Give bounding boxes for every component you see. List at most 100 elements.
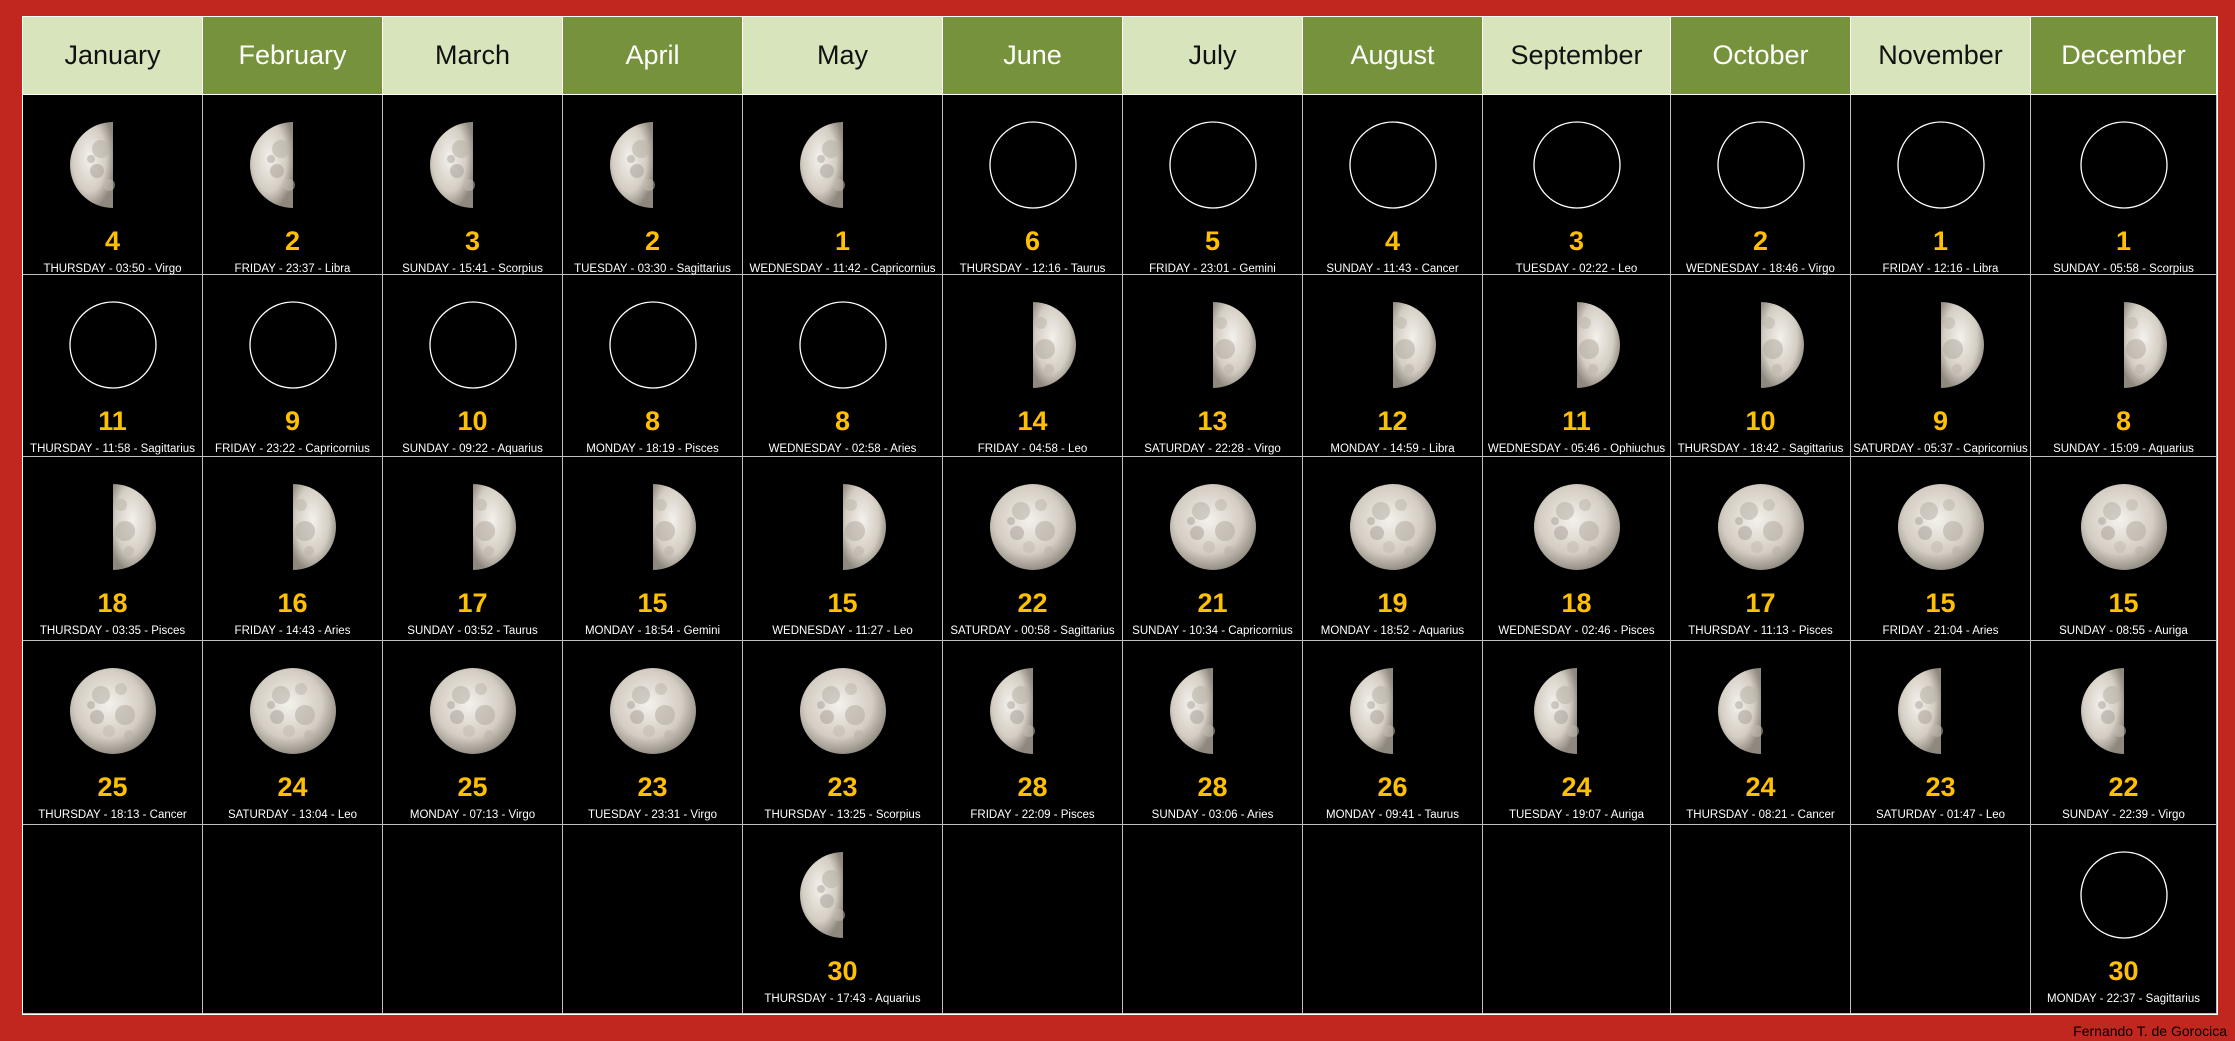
moon-first-quarter-icon [1349,668,1395,754]
phase-details: SUNDAY - 08:55 - Auriga [2059,625,2188,637]
phase-cell: 23 SATURDAY - 01:47 - Leo [1851,641,2031,825]
phase-details: TUESDAY - 03:30 - Sagittarius [574,263,731,275]
moon-new-icon [1348,121,1437,209]
phase-details: THURSDAY - 08:21 - Cancer [1686,809,1835,821]
phase-details: TUESDAY - 19:07 - Auriga [1508,809,1645,821]
phase-details: SUNDAY - 10:34 - Capricornius [1132,625,1293,637]
moon-last-quarter-icon [1760,302,1804,388]
empty-cell [23,825,203,1014]
phase-details: MONDAY - 18:54 - Gemini [584,625,721,637]
phase-day: 10 [457,406,488,436]
phase-cell: 18 WEDNESDAY - 02:46 - Pisces [1483,457,1671,641]
phase-details: MONDAY - 18:19 - Pisces [586,443,719,455]
phase-cell: 14 FRIDAY - 04:58 - Leo [943,275,1123,457]
phase-cell: 4 THURSDAY - 03:50 - Virgo [23,95,203,275]
phase-cell: 26 MONDAY - 09:41 - Taurus [1303,641,1483,825]
moon-first-quarter-icon [1533,668,1579,754]
phase-details: SUNDAY - 09:22 - Aquarius [402,443,543,455]
phase-details: WEDNESDAY - 11:42 - Capricornius [749,263,936,275]
phase-details: MONDAY - 07:13 - Virgo [409,809,536,821]
moon-first-quarter-icon [799,122,845,208]
phase-day: 8 [644,406,661,436]
empty-cell [203,825,383,1014]
moon-full-icon [609,668,696,754]
phase-cell: 18 THURSDAY - 03:35 - Pisces [23,457,203,641]
phase-day: 18 [1561,588,1592,618]
phase-details: FRIDAY - 14:43 - Aries [234,625,351,637]
phase-day: 5 [1204,226,1221,256]
moon-full-icon [989,484,1076,570]
moon-new-icon [68,301,157,389]
phase-day: 2 [644,226,661,256]
phase-day: 2 [1752,226,1769,256]
moon-last-quarter-icon [1032,302,1076,388]
phase-cell: 5 FRIDAY - 23:01 - Gemini [1123,95,1303,275]
phase-cell: 2 WEDNESDAY - 18:46 - Virgo [1671,95,1851,275]
month-header-february: February [203,17,383,95]
moon-full-icon [69,668,156,754]
moon-new-icon [1896,121,1985,209]
phase-details: FRIDAY - 12:16 - Libra [1882,263,1999,275]
phase-cell: 23 TUESDAY - 23:31 - Virgo [563,641,743,825]
moon-full-icon [1897,484,1984,570]
phase-details: SUNDAY - 22:39 - Virgo [2062,809,2185,821]
phase-cell: 22 SATURDAY - 00:58 - Sagittarius [943,457,1123,641]
phase-cell: 1 SUNDAY - 05:58 - Scorpius [2031,95,2217,275]
moon-first-quarter-icon [429,122,475,208]
phase-cell: 1 FRIDAY - 12:16 - Libra [1851,95,2031,275]
empty-cell [1303,825,1483,1014]
phase-day: 22 [1017,588,1048,618]
phase-day: 28 [1017,772,1048,802]
phase-day: 6 [1024,226,1041,256]
phase-cell: 2 FRIDAY - 23:37 - Libra [203,95,383,275]
phase-details: WEDNESDAY - 02:58 - Aries [768,443,917,455]
moon-new-icon [1716,121,1805,209]
month-header-april: April [563,17,743,95]
phase-details: SUNDAY - 05:58 - Scorpius [2053,263,2194,275]
phase-cell: 28 SUNDAY - 03:06 - Aries [1123,641,1303,825]
phase-cell: 17 THURSDAY - 11:13 - Pisces [1671,457,1851,641]
phase-day: 22 [2108,772,2139,802]
phase-cell: 8 MONDAY - 18:19 - Pisces [563,275,743,457]
phase-details: THURSDAY - 12:16 - Taurus [959,263,1106,275]
phase-day: 30 [827,956,858,986]
phase-details: THURSDAY - 11:13 - Pisces [1688,625,1833,637]
moon-full-icon [1349,484,1436,570]
moon-full-icon [1533,484,1620,570]
phase-day: 8 [2115,406,2132,436]
phase-day: 2 [284,226,301,256]
phase-details: MONDAY - 18:52 - Aquarius [1320,625,1465,637]
phase-day: 30 [2108,956,2139,986]
author-credit: Fernando T. de Gorocica [2073,1023,2227,1039]
month-header-january: January [23,17,203,95]
empty-cell [1671,825,1851,1014]
phase-day: 21 [1197,588,1228,618]
moon-last-quarter-icon [652,484,696,570]
moon-new-icon [1168,121,1257,209]
phase-day: 23 [1925,772,1956,802]
phase-details: SATURDAY - 00:58 - Sagittarius [950,625,1115,637]
phase-day: 26 [1377,772,1408,802]
moon-last-quarter-icon [112,484,156,570]
phase-day: 1 [2115,226,2132,256]
phase-day: 28 [1197,772,1228,802]
phase-day: 10 [1745,406,1776,436]
phase-day: 24 [1745,772,1776,802]
phase-cell: 16 FRIDAY - 14:43 - Aries [203,457,383,641]
phase-details: SATURDAY - 05:37 - Capricornius [1853,443,2028,455]
phase-day: 17 [1745,588,1776,618]
month-header-november: November [1851,17,2031,95]
phase-day: 13 [1197,406,1228,436]
phase-day: 1 [834,226,851,256]
empty-cell [563,825,743,1014]
phase-cell: 21 SUNDAY - 10:34 - Capricornius [1123,457,1303,641]
phase-cell: 2 TUESDAY - 03:30 - Sagittarius [563,95,743,275]
phase-details: WEDNESDAY - 11:27 - Leo [772,625,913,637]
phase-details: WEDNESDAY - 18:46 - Virgo [1686,263,1835,275]
moon-last-quarter-icon [2123,302,2167,388]
phase-cell: 23 THURSDAY - 13:25 - Scorpius [743,641,943,825]
phase-cell: 3 TUESDAY - 02:22 - Leo [1483,95,1671,275]
moon-first-quarter-icon [249,122,295,208]
month-header-october: October [1671,17,1851,95]
phase-details: FRIDAY - 22:09 - Pisces [970,809,1095,821]
